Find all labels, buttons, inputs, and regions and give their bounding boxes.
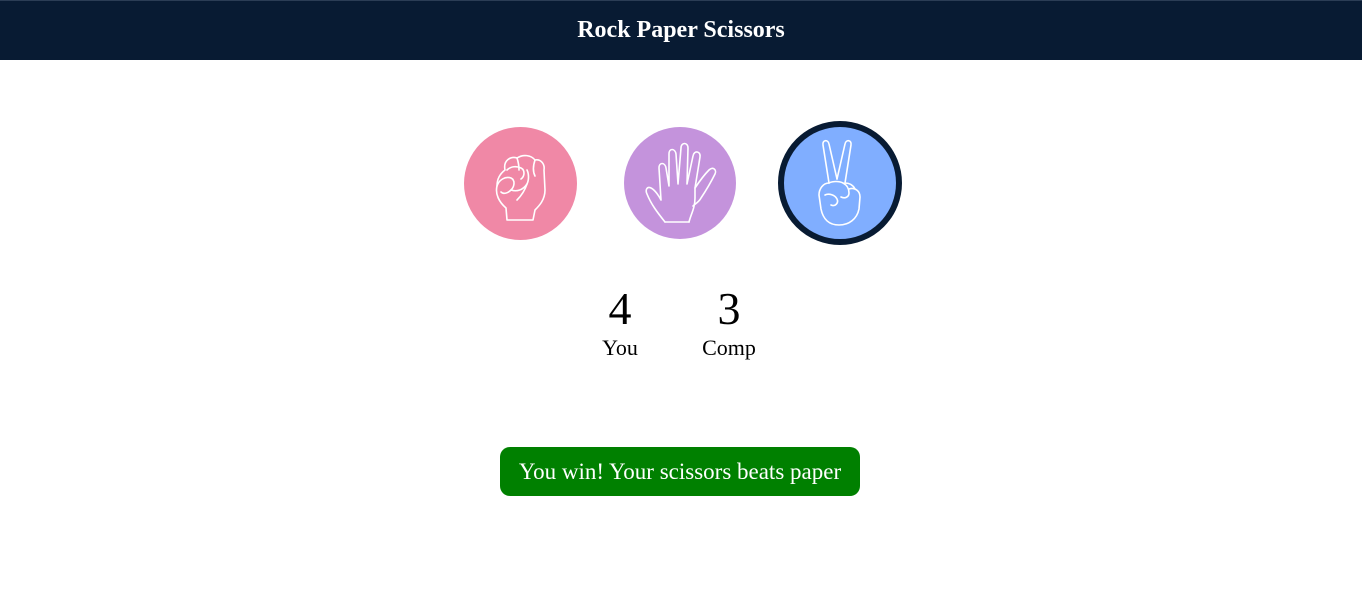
page-title: Rock Paper Scissors <box>577 17 785 43</box>
computer-score: 3 Comp <box>694 283 764 361</box>
user-score-label: You <box>602 335 638 360</box>
user-score-value: 4 <box>608 283 632 334</box>
paper-button[interactable] <box>624 127 736 239</box>
open-hand-icon <box>643 142 717 224</box>
result-message: You win! Your scissors beats paper <box>500 447 860 496</box>
computer-score-value: 3 <box>717 283 741 334</box>
fist-icon <box>489 146 553 222</box>
top-navbar: Rock Paper Scissors <box>0 0 1362 60</box>
computer-score-label: Comp <box>702 335 756 360</box>
rock-button[interactable] <box>464 127 577 240</box>
scissors-button[interactable] <box>778 121 902 245</box>
user-score: 4 You <box>590 283 650 361</box>
choice-buttons <box>0 121 1362 245</box>
peace-sign-icon <box>817 139 863 227</box>
